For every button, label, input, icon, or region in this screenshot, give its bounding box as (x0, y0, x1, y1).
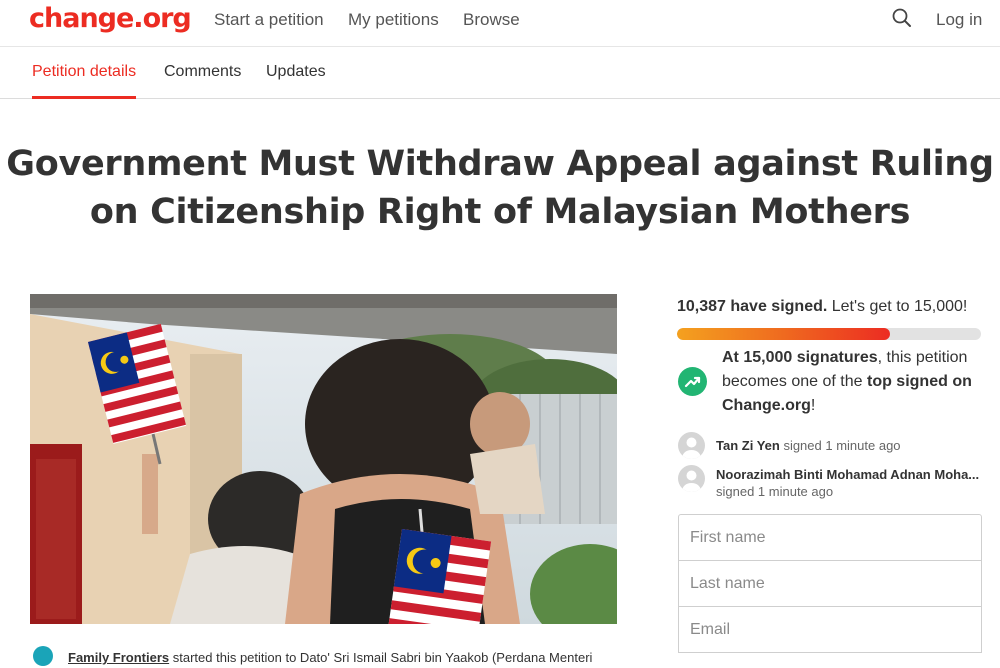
starter-text: Family Frontiers started this petition t… (68, 650, 592, 665)
starter-name-link[interactable]: Family Frontiers (68, 650, 169, 665)
signature-progress-bar (677, 328, 981, 340)
sign-petition-form (678, 514, 982, 653)
first-name-field[interactable] (678, 514, 982, 561)
trending-up-icon (678, 367, 707, 396)
signer-name-line: Noorazimah Binti Mohamad Adnan Moha... (716, 466, 979, 484)
signature-goal: Let's get to 15,000! (827, 298, 968, 315)
petition-title: Government Must Withdraw Appeal against … (0, 140, 1000, 236)
nav-start-petition[interactable]: Start a petition (214, 10, 324, 30)
nav-browse[interactable]: Browse (463, 10, 520, 30)
petition-photo (30, 294, 617, 624)
search-icon[interactable] (891, 7, 913, 29)
email-field[interactable] (678, 606, 982, 653)
petition-title-line-1: Government Must Withdraw Appeal against … (6, 144, 994, 184)
avatar (678, 465, 705, 492)
petition-tabs: Petition details Comments Updates (0, 48, 1000, 99)
avatar (678, 432, 705, 459)
login-link[interactable]: Log in (936, 10, 982, 30)
top-navigation: change.org Start a petition My petitions… (0, 0, 1000, 47)
signer-time: signed 1 minute ago (716, 484, 834, 499)
last-name-field[interactable] (678, 560, 982, 607)
petition-title-line-2: on Citizenship Right of Malaysian Mother… (89, 192, 911, 232)
signer-text: Tan Zi Yen signed 1 minute ago (716, 437, 901, 455)
signature-progress-fill (677, 328, 890, 340)
signer-name: Noorazimah Binti Mohamad Adnan Moha... (716, 467, 980, 482)
milestone-end: ! (810, 397, 816, 414)
starter-avatar[interactable] (33, 646, 53, 666)
signature-count: 10,387 have signed. Let's get to 15,000! (677, 298, 967, 316)
tab-comments[interactable]: Comments (164, 63, 241, 81)
milestone-message: At 15,000 signatures, this petition beco… (722, 346, 992, 418)
petition-starter: Family Frontiers started this petition t… (30, 646, 630, 668)
signer-time-line: signed 1 minute ago (716, 483, 833, 501)
change-org-logo[interactable]: change.org (29, 3, 192, 34)
milestone-target: At 15,000 signatures (722, 349, 878, 366)
nav-my-petitions[interactable]: My petitions (348, 10, 439, 30)
starter-description: started this petition to Dato' Sri Ismai… (169, 650, 593, 665)
signer-name: Tan Zi Yen (716, 438, 780, 453)
signature-count-number: 10,387 have signed. (677, 298, 828, 315)
tab-updates[interactable]: Updates (266, 63, 326, 81)
signer-time: signed 1 minute ago (779, 438, 901, 453)
tab-petition-details[interactable]: Petition details (32, 63, 137, 99)
